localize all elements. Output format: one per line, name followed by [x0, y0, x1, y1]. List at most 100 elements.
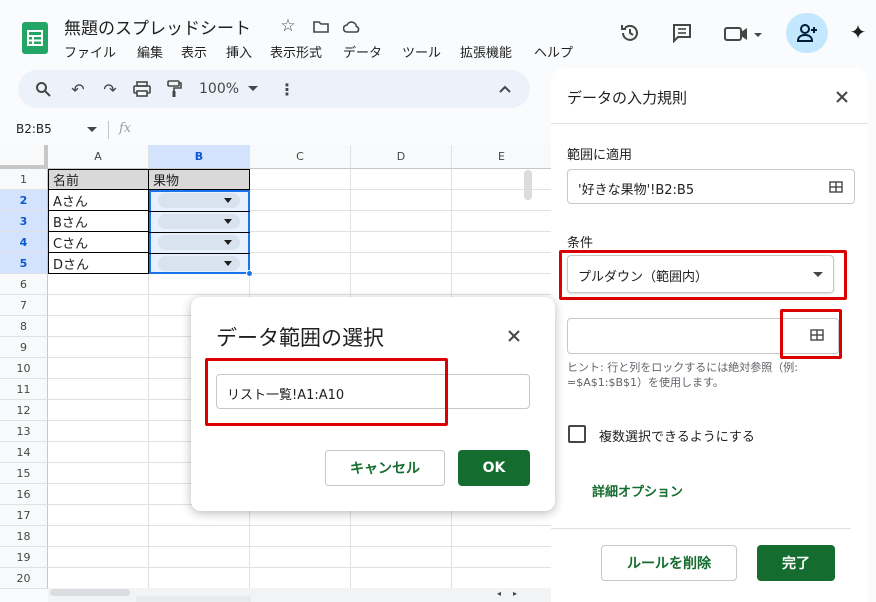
horizontal-scrollbar-thumb[interactable]: [50, 589, 130, 596]
menu-extensions[interactable]: 拡張機能: [460, 42, 512, 61]
menu-tools[interactable]: ツール: [402, 42, 441, 61]
row-header-17[interactable]: 17: [0, 505, 48, 526]
row-header-4[interactable]: 4: [0, 232, 48, 253]
close-dialog-icon[interactable]: [505, 327, 523, 345]
history-icon[interactable]: [617, 20, 643, 46]
row-header-3[interactable]: 3: [0, 211, 48, 232]
row-header-20[interactable]: 20: [0, 568, 48, 589]
cancel-button[interactable]: キャンセル: [325, 450, 445, 486]
print-icon[interactable]: [132, 80, 152, 98]
cell-a2[interactable]: Aさん: [48, 190, 149, 211]
row-header-14[interactable]: 14: [0, 442, 48, 463]
delete-rule-button[interactable]: ルールを削除: [601, 545, 737, 581]
column-header-c[interactable]: C: [250, 145, 351, 169]
menu-file[interactable]: ファイル: [64, 42, 116, 61]
ok-button[interactable]: OK: [458, 450, 530, 486]
advanced-options-link[interactable]: 詳細オプション: [592, 481, 683, 500]
menu-insert[interactable]: 挿入: [226, 42, 252, 61]
comments-icon[interactable]: [669, 21, 695, 45]
panel-divider: [551, 528, 851, 529]
row-header-13[interactable]: 13: [0, 421, 48, 442]
star-icon[interactable]: ☆: [278, 16, 298, 36]
dropdown-chip-b4[interactable]: [158, 235, 240, 250]
formula-divider: [108, 121, 109, 139]
toolbar: ↶ ↷ 100% ⋮: [18, 70, 530, 108]
row-header-2[interactable]: 2: [0, 190, 48, 211]
row-header-5[interactable]: 5: [0, 253, 48, 274]
highlight-dialog-range: [205, 358, 448, 426]
vertical-scrollbar-thumb[interactable]: [524, 170, 532, 200]
search-icon[interactable]: [34, 80, 52, 98]
fx-icon: fx: [119, 121, 132, 136]
highlight-condition: [559, 250, 847, 300]
done-button[interactable]: 完了: [757, 545, 835, 581]
column-header-d[interactable]: D: [351, 145, 452, 169]
cell-a5[interactable]: Dさん: [48, 253, 149, 274]
row-header-18[interactable]: 18: [0, 526, 48, 547]
collapse-toolbar-icon[interactable]: [496, 80, 514, 98]
move-folder-icon[interactable]: [312, 18, 330, 34]
panel-title: データの入力規則: [567, 89, 688, 107]
sheets-logo[interactable]: [22, 22, 48, 54]
range-label: 範囲に適用: [567, 148, 633, 163]
menu-help[interactable]: ヘルプ: [534, 42, 573, 61]
cell-b1[interactable]: 果物: [149, 169, 250, 190]
row-header-8[interactable]: 8: [0, 316, 48, 337]
dropdown-chip-b5[interactable]: [158, 256, 240, 271]
undo-icon[interactable]: ↶: [68, 80, 88, 99]
range-input-value: '好きな果物'!B2:B5: [578, 183, 695, 198]
dropdown-chip-b2[interactable]: [158, 193, 240, 208]
close-panel-icon[interactable]: [833, 88, 851, 106]
zoom-dropdown-icon[interactable]: [246, 82, 260, 96]
column-header-b[interactable]: B: [149, 145, 250, 169]
cell-a4[interactable]: Cさん: [48, 232, 149, 253]
scroll-left-icon[interactable]: ◂: [493, 588, 505, 598]
hint-text: ヒント: 行と列をロックするには絶対参照（例: =$A$1:$B$1）を使用しま…: [567, 361, 798, 389]
name-box-dropdown-icon[interactable]: [86, 125, 98, 135]
condition-label: 条件: [567, 236, 594, 251]
sheet-tab-indicator: [136, 596, 251, 602]
column-header-a[interactable]: A: [48, 145, 149, 169]
row-header-9[interactable]: 9: [0, 337, 48, 358]
zoom-select[interactable]: 100%: [199, 81, 239, 97]
document-title[interactable]: 無題のスプレッドシート: [64, 14, 251, 39]
cell-border: [149, 253, 250, 254]
cloud-status-icon[interactable]: [342, 17, 362, 35]
row-header-10[interactable]: 10: [0, 358, 48, 379]
name-box[interactable]: B2:B5: [16, 122, 52, 136]
select-all-corner[interactable]: [0, 145, 48, 169]
column-header-e[interactable]: E: [452, 145, 552, 169]
cell-border: [149, 211, 250, 212]
range-input[interactable]: '好きな果物'!B2:B5: [567, 169, 855, 204]
menu-view[interactable]: 表示: [181, 42, 207, 61]
row-header-19[interactable]: 19: [0, 547, 48, 568]
row-header-1[interactable]: 1: [0, 169, 48, 190]
cell-a3[interactable]: Bさん: [48, 211, 149, 232]
row-header-6[interactable]: 6: [0, 274, 48, 295]
more-options-icon[interactable]: ⋮: [279, 80, 295, 99]
paint-format-icon[interactable]: [164, 80, 184, 98]
fill-handle[interactable]: [246, 270, 253, 277]
menu-data[interactable]: データ: [343, 42, 382, 61]
panel-divider: [551, 123, 868, 124]
select-range-icon[interactable]: [828, 179, 844, 195]
gemini-spark-icon[interactable]: ✦: [846, 20, 870, 44]
cell-border: [149, 232, 250, 233]
cell-a1[interactable]: 名前: [48, 169, 149, 190]
highlight-grid-button: [780, 309, 842, 359]
row-header-16[interactable]: 16: [0, 484, 48, 505]
menu-format[interactable]: 表示形式: [270, 42, 322, 61]
dropdown-chip-b3[interactable]: [158, 214, 240, 229]
multi-select-label: 複数選択できるようにする: [599, 430, 755, 445]
row-header-12[interactable]: 12: [0, 400, 48, 421]
share-button[interactable]: [786, 13, 828, 53]
dialog-title: データ範囲の選択: [216, 326, 384, 350]
scroll-right-icon[interactable]: ▸: [509, 588, 521, 598]
menu-edit[interactable]: 編集: [137, 42, 163, 61]
row-header-7[interactable]: 7: [0, 295, 48, 316]
multi-select-checkbox[interactable]: [568, 425, 586, 443]
meet-video-icon[interactable]: [722, 22, 764, 46]
redo-icon[interactable]: ↷: [100, 80, 120, 99]
row-header-11[interactable]: 11: [0, 379, 48, 400]
row-header-15[interactable]: 15: [0, 463, 48, 484]
